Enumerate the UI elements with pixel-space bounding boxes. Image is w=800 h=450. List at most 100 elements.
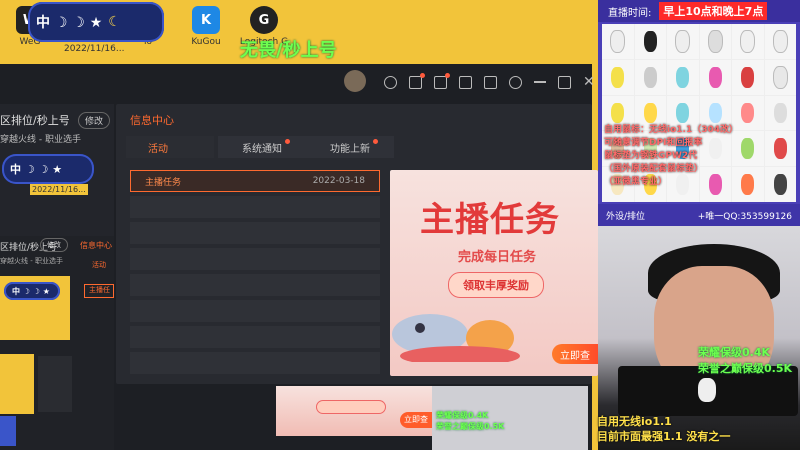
nested-profile: 穿越火线 - 职业选手 <box>0 257 63 265</box>
gear-icon[interactable] <box>509 75 522 89</box>
spec-line: 鼠标垫为钢铁GPW2代 <box>604 151 698 161</box>
mouse-cell <box>732 24 764 59</box>
avatar[interactable] <box>344 70 366 92</box>
nested-desktop-2 <box>0 354 34 414</box>
save-icon[interactable] <box>459 75 472 89</box>
tab-system-notice[interactable]: 系统通知 <box>218 136 306 158</box>
mail-icon[interactable] <box>409 72 425 89</box>
anchor-task-banner[interactable]: 主播任务 完成每日任务 领取丰厚奖励 立即查 <box>390 170 598 376</box>
minimize-icon[interactable] <box>534 81 546 83</box>
nested-cta[interactable]: 立即查 <box>400 412 432 428</box>
stream-footer: 外设/排位 +唯一QQ:353599126 <box>598 204 800 226</box>
nested-row[interactable]: 主播任 <box>84 284 114 298</box>
screen-icon[interactable] <box>434 72 450 89</box>
mouse-cell <box>764 167 796 202</box>
logitech-icon: G <box>250 6 278 34</box>
badge-text: 中 ☽ ☽ ★ <box>10 163 63 176</box>
banner-subhead: 完成每日任务 <box>458 250 537 265</box>
mouse-cell <box>699 59 731 95</box>
nested-client-2 <box>38 356 72 412</box>
nested-pill <box>316 400 386 414</box>
banner-cta-button[interactable]: 立即查 <box>552 344 598 364</box>
bottom-caption-line1: 自用无线io1.1 <box>597 415 672 428</box>
message-row[interactable] <box>130 248 380 270</box>
nested-cam-line2: 荣誉之巅保级0.5K <box>436 422 505 431</box>
bottom-caption: 自用无线io1.1 目前市面最强1.1 没有之一 <box>597 414 730 444</box>
headset-icon[interactable] <box>384 75 397 89</box>
nested-cam-line1: 荣耀保级0.4K <box>436 411 489 420</box>
message-center-title: 信息中心 <box>130 114 174 127</box>
message-row[interactable] <box>130 222 380 244</box>
nested-client-1: 区排位/秒上号 修改 穿越火线 - 职业选手 中 ☽ ☽ ★ 信息中心 活动 主… <box>0 236 114 450</box>
cam-line1: 荣耀保级0.4K <box>698 346 771 359</box>
shirt-icon[interactable] <box>484 75 497 89</box>
mouse-cell <box>764 95 796 131</box>
mouse-cell <box>699 24 731 59</box>
edit-button[interactable]: 修改 <box>78 112 111 129</box>
nested-desktop: 中 ☽ ☽ ★ <box>0 276 70 340</box>
streamer-badge: 中 ☽ ☽ ★ <box>4 282 60 300</box>
mouse-cell <box>634 24 666 59</box>
mouse-cell <box>732 59 764 95</box>
spec-line: （国外原装配套鼠标垫） <box>604 164 704 174</box>
message-row[interactable] <box>130 196 380 218</box>
mouse-cell <box>667 59 699 95</box>
desktop-icon-kugou[interactable]: K KuGou <box>176 6 236 58</box>
tab-label: 活动 <box>148 143 168 155</box>
nested-edit-button[interactable]: 修改 <box>40 238 68 252</box>
maximize-icon[interactable] <box>558 75 571 89</box>
mouse-cell <box>602 24 634 59</box>
spec-line: 自用鼠标：无线io1.1（304改） <box>604 125 738 135</box>
bottom-caption-line2: 目前市面最强1.1 没有之一 <box>597 430 731 443</box>
client-toolbar: ✕ <box>384 70 595 94</box>
mouse-cell <box>602 59 634 95</box>
mouse-cell <box>764 59 796 95</box>
badge-text: 中 ☽ ☽ ★ <box>12 286 50 296</box>
banner-headline: 主播任务 <box>420 200 560 240</box>
message-row[interactable] <box>130 300 380 322</box>
message-title: 主播任务 <box>145 177 182 188</box>
message-row[interactable]: 主播任务 2022-03-18 <box>130 170 380 192</box>
nested-banner: 立即查 <box>276 386 432 436</box>
nested-tab: 活动 <box>92 261 106 269</box>
tab-label: 功能上新 <box>330 143 370 155</box>
left-panel-title: 区排位/秒上号 <box>0 114 70 127</box>
schedule-time: 早上10点和晚上7点 <box>659 2 768 20</box>
message-row[interactable] <box>130 274 380 296</box>
close-icon[interactable]: ✕ <box>583 74 595 90</box>
stream-info-panel: 直播时间: 早上10点和晚上7点 自用鼠标：无线io1.1（304改） 可随意调… <box>598 0 800 226</box>
mouse-cell <box>764 131 796 167</box>
stream-schedule: 直播时间: 早上10点和晚上7点 <box>598 0 800 22</box>
nested-cam-caption: 荣耀保级0.4K 荣誉之巅保级0.5K <box>436 410 504 432</box>
badge-text: 中 ☽ ☽ ★ <box>36 15 103 31</box>
desktop-icon-label: KuGou <box>191 37 221 47</box>
nested-badge-mini <box>0 416 16 446</box>
overlay-title: 无畏/秒上号 <box>240 40 337 61</box>
mouse-cell <box>764 24 796 59</box>
moon-icon: ☾ <box>108 14 121 30</box>
streamer-badge: 中 ☽ ☽ ★ ☾ <box>28 2 164 42</box>
file-label: 2022/11/16... <box>64 44 125 54</box>
file-label: 2022/11/16... <box>30 184 88 195</box>
spec-line: （亚微黑专业） <box>604 177 668 187</box>
nested-cam: 荣耀保级0.4K 荣誉之巅保级0.5K <box>432 386 588 450</box>
gear-specs: 自用鼠标：无线io1.1（304改） 可随意调节DPI和回报率 鼠标垫为钢铁GP… <box>604 124 738 189</box>
kugou-icon: K <box>192 6 220 34</box>
unread-dot <box>373 139 378 144</box>
message-row[interactable] <box>130 326 380 348</box>
mascot-illustration <box>392 314 520 362</box>
streamer-badge: 中 ☽ ☽ ★ <box>2 154 94 184</box>
cam-line2: 荣誉之巅保级0.5K <box>698 362 793 375</box>
message-row[interactable] <box>130 352 380 374</box>
message-date: 2022-03-18 <box>312 176 365 186</box>
tab-new-features[interactable]: 功能上新 <box>306 136 394 158</box>
mouse <box>698 378 716 402</box>
nested-msg-title: 信息中心 <box>80 241 112 250</box>
mouse-cell <box>667 24 699 59</box>
footer-left: 外设/排位 <box>606 211 646 222</box>
spec-line: 可随意调节DPI和回报率 <box>604 138 703 148</box>
unread-dot <box>285 139 290 144</box>
message-list: 主播任务 2022-03-18 <box>130 170 380 378</box>
tab-activity[interactable]: 活动 <box>126 136 214 158</box>
tab-label: 系统通知 <box>242 143 282 155</box>
